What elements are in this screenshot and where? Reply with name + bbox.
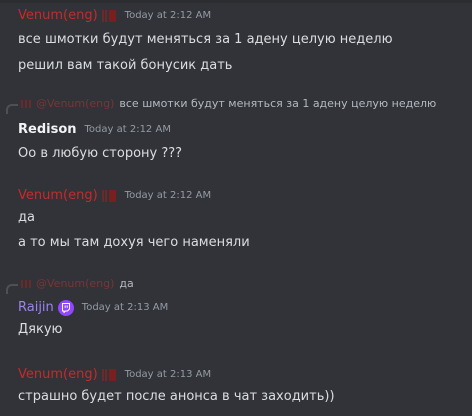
timestamp[interactable]: Today at 2:12 AM [125, 187, 211, 205]
message-text: Оо в любую сторону ??? [18, 146, 183, 161]
message-header: Venum(eng) Today at 2:12 AM [18, 7, 211, 25]
chat-message-list: Venum(eng) Today at 2:12 AM все шмотки б… [0, 0, 472, 416]
message-text: Дякую [18, 322, 63, 337]
timestamp[interactable]: Today at 2:13 AM [82, 299, 168, 317]
username[interactable]: Venum(eng) [18, 187, 98, 205]
reply-text[interactable]: все шмотки будут меняться за 1 адену цел… [119, 96, 436, 112]
role-badge-icon[interactable] [101, 9, 117, 23]
message-text: а то мы там дохуя чего наменяли [18, 235, 250, 250]
reply-mention[interactable]: @Venum(eng) [36, 96, 114, 112]
reply-spine [6, 104, 18, 114]
reply-preview[interactable]: @Venum(eng) все шмотки будут меняться за… [20, 96, 436, 112]
avatar-icon [20, 99, 32, 109]
username[interactable]: Venum(eng) [18, 7, 98, 25]
role-badge-icon[interactable] [101, 368, 117, 382]
timestamp[interactable]: Today at 2:12 AM [85, 121, 171, 139]
username[interactable]: Venum(eng) [18, 366, 98, 384]
reply-preview[interactable]: @Venum(eng) да [20, 276, 134, 292]
twitch-icon[interactable] [57, 300, 74, 316]
message-header: Venum(eng) Today at 2:13 AM [18, 366, 211, 384]
username[interactable]: Redison [18, 121, 77, 139]
scroll-edge [0, 0, 472, 3]
reply-spine [6, 284, 18, 294]
reply-mention[interactable]: @Venum(eng) [36, 276, 114, 292]
role-badge-icon[interactable] [101, 189, 117, 203]
message-text: решил вам такой бонусик дать [18, 58, 233, 73]
reply-text[interactable]: да [119, 276, 133, 292]
message-header: Redison Today at 2:12 AM [18, 121, 171, 139]
message-text: да [18, 210, 35, 225]
message-header: Venum(eng) Today at 2:12 AM [18, 187, 211, 205]
avatar-icon [20, 279, 32, 289]
timestamp[interactable]: Today at 2:13 AM [125, 366, 211, 384]
message-text: все шмотки будут меняться за 1 адену цел… [18, 32, 393, 47]
username[interactable]: Raijin [18, 299, 54, 317]
timestamp[interactable]: Today at 2:12 AM [125, 7, 211, 25]
message-text: страшно будет после анонса в чат заходит… [18, 389, 335, 404]
message-header: Raijin Today at 2:13 AM [18, 299, 168, 317]
